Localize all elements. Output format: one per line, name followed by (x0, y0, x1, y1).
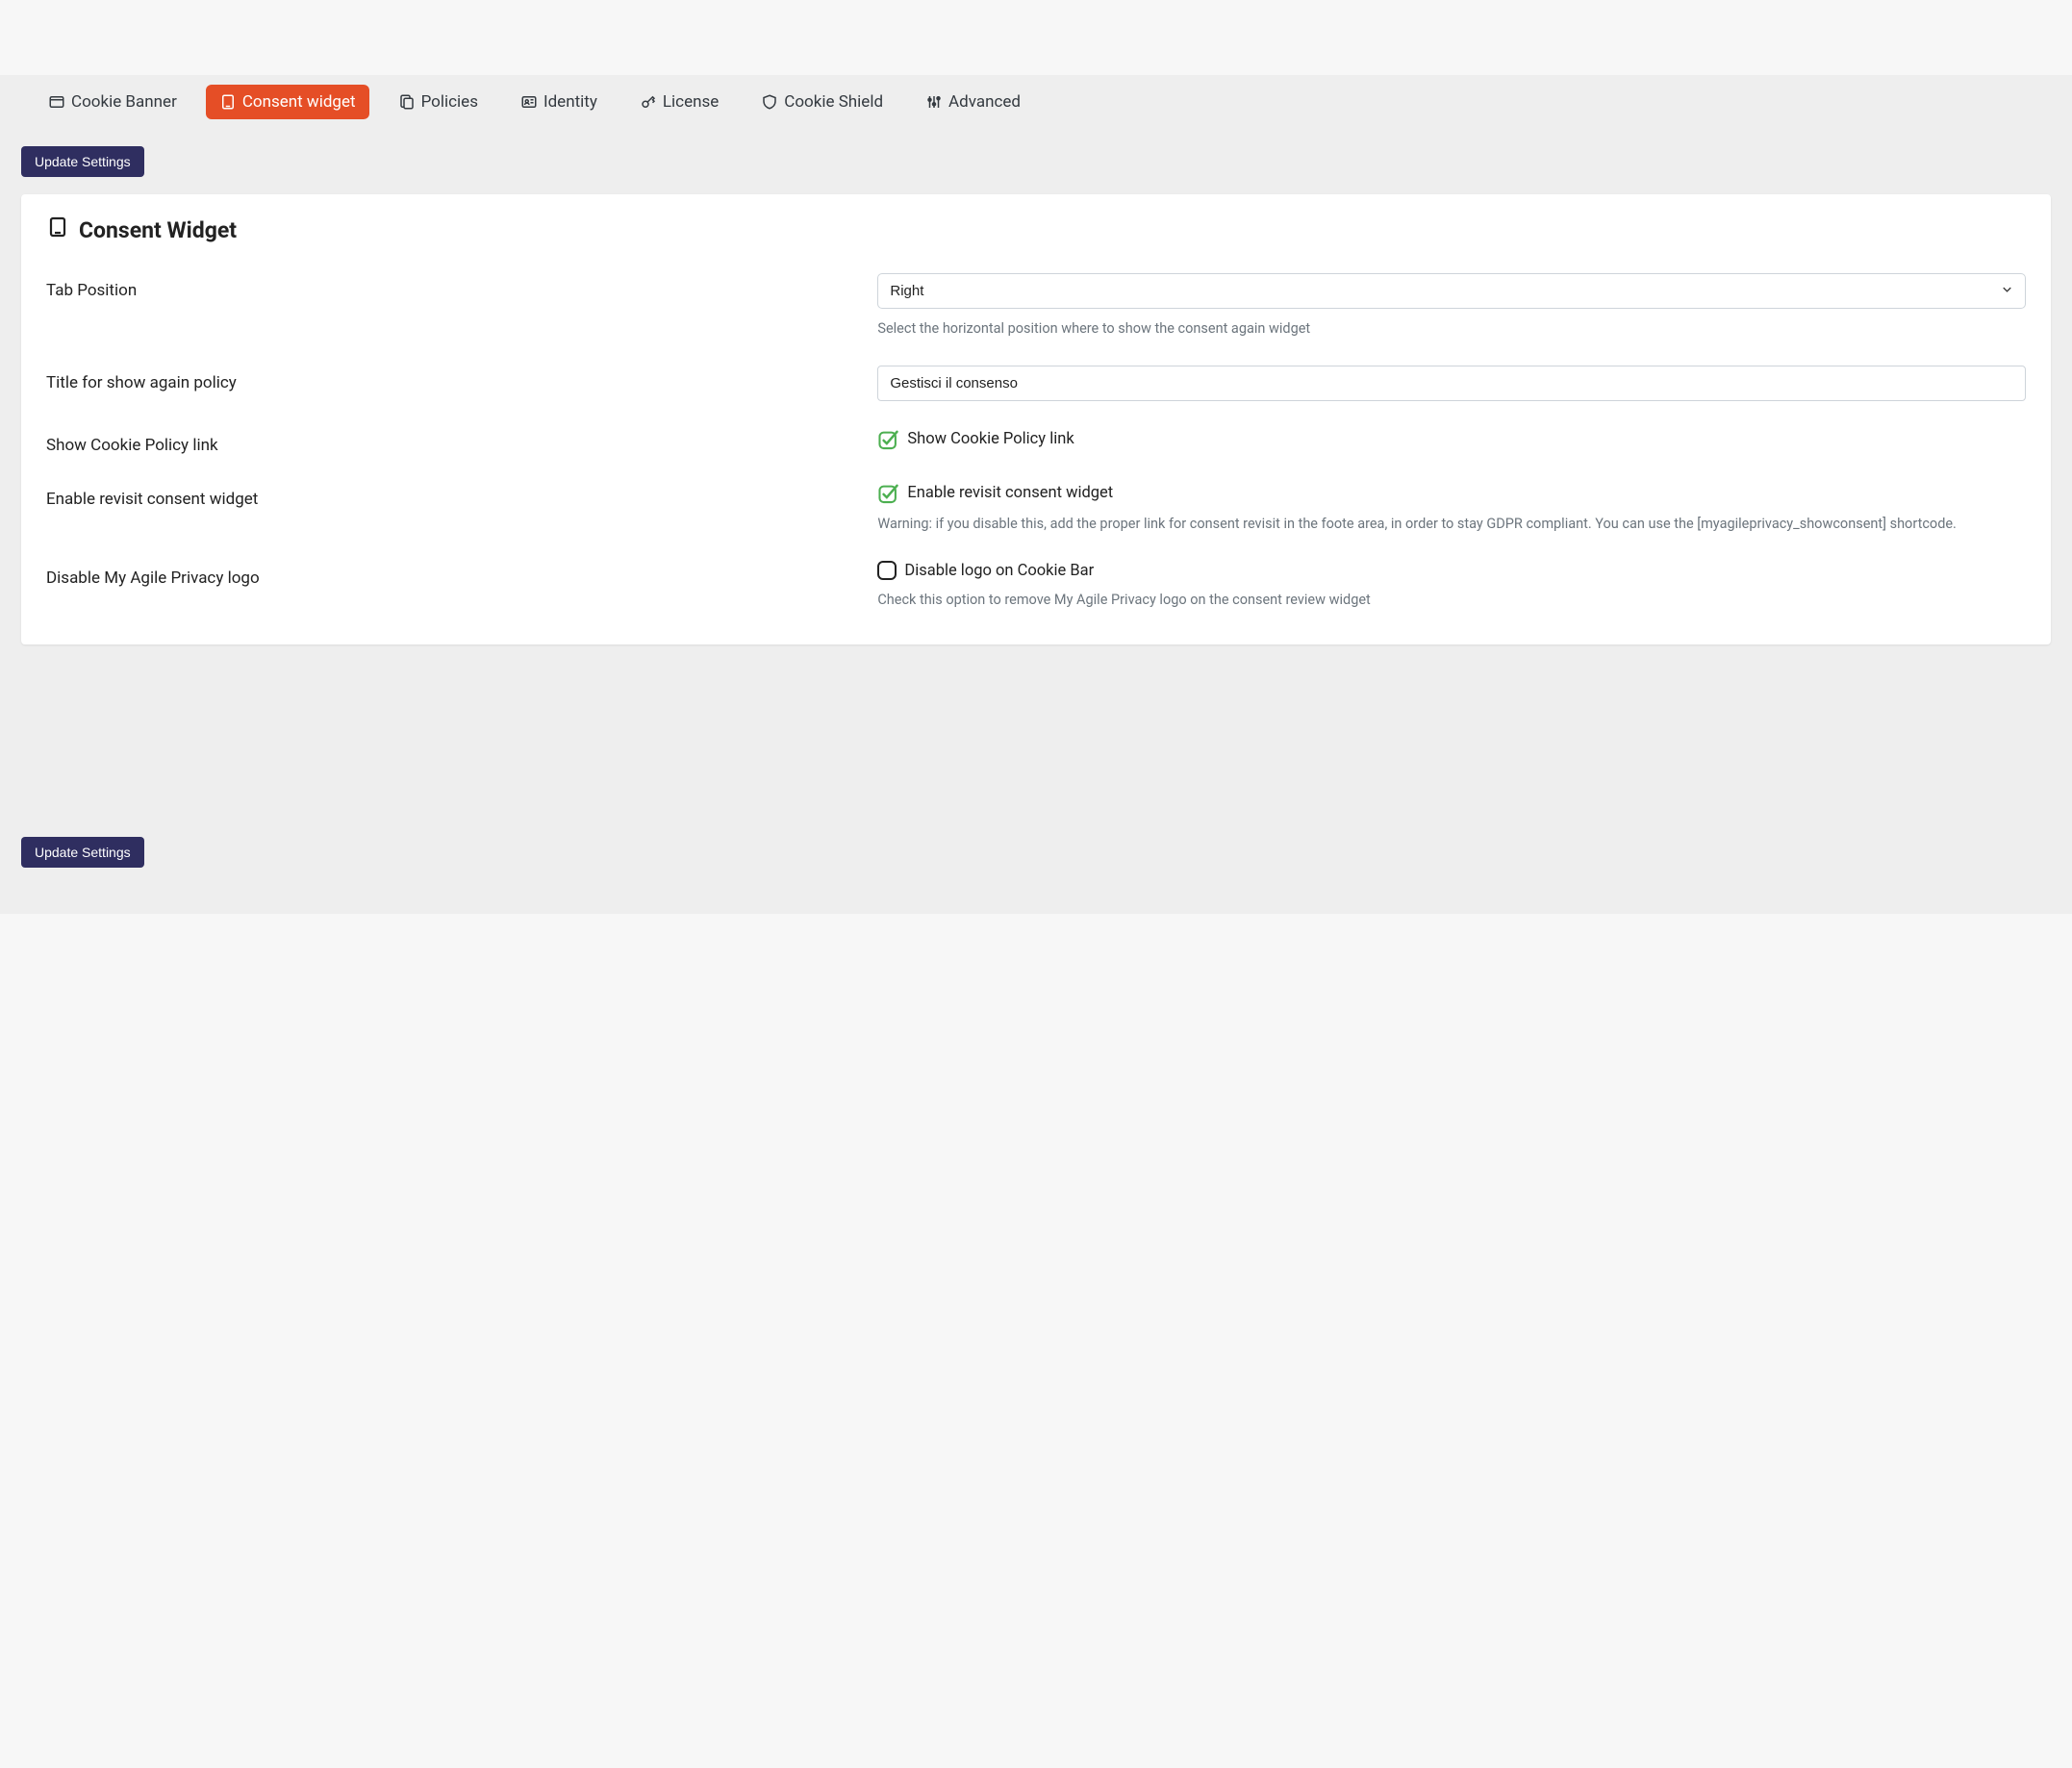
card-title-text: Consent Widget (79, 217, 237, 243)
field-helper: Check this option to remove My Agile Pri… (877, 590, 2026, 610)
tablet-icon (219, 93, 237, 111)
tab-position-select-wrap: Right (877, 273, 2026, 309)
bottom-blank (0, 914, 2072, 981)
checkbox-label: Enable revisit consent widget (907, 484, 1113, 502)
content-area: Cookie Banner Consent widget Policies Id… (0, 75, 2072, 914)
checkbox-enable-revisit[interactable] (877, 482, 899, 504)
field-helper: Warning: if you disable this, add the pr… (877, 514, 2026, 534)
top-blank-bar (0, 0, 2072, 75)
field-enable-revisit: Enable revisit consent widget Enable rev… (46, 482, 2026, 534)
update-settings-button-bottom[interactable]: Update Settings (21, 837, 144, 868)
id-card-icon (520, 93, 538, 111)
shield-icon (761, 93, 778, 111)
field-helper: Select the horizontal position where to … (877, 318, 2026, 339)
field-title-show-again: Title for show again policy (46, 366, 2026, 401)
sliders-icon (925, 93, 943, 111)
tab-label: Identity (543, 92, 597, 112)
tab-consent-widget[interactable]: Consent widget (206, 85, 369, 119)
tab-label: Policies (421, 92, 478, 112)
field-label: Disable My Agile Privacy logo (46, 561, 877, 588)
update-button-row-bottom: Update Settings (0, 644, 2072, 895)
tab-label: Cookie Banner (71, 92, 177, 112)
field-label: Enable revisit consent widget (46, 482, 877, 509)
key-icon (640, 93, 657, 111)
checkbox-label: Show Cookie Policy link (907, 430, 1074, 448)
field-label: Show Cookie Policy link (46, 428, 877, 455)
consent-widget-card: Consent Widget Tab Position Right Select… (21, 194, 2051, 644)
tab-bar: Cookie Banner Consent widget Policies Id… (0, 75, 2072, 119)
field-disable-logo: Disable My Agile Privacy logo Disable lo… (46, 561, 2026, 610)
tab-label: Consent widget (242, 92, 356, 112)
tab-cookie-banner[interactable]: Cookie Banner (35, 85, 190, 119)
window-icon (48, 93, 65, 111)
tablet-icon (46, 215, 69, 244)
card-title: Consent Widget (46, 215, 2026, 244)
tab-advanced[interactable]: Advanced (912, 85, 1034, 119)
update-button-row-top: Update Settings (0, 119, 2072, 194)
tab-cookie-shield[interactable]: Cookie Shield (747, 85, 897, 119)
copy-icon (398, 93, 416, 111)
tab-policies[interactable]: Policies (385, 85, 492, 119)
checkbox-disable-logo[interactable] (877, 561, 897, 580)
checkbox-show-cookie-link[interactable] (877, 428, 899, 450)
checkbox-label: Disable logo on Cookie Bar (904, 562, 1094, 580)
tab-label: Cookie Shield (784, 92, 883, 112)
tab-label: License (663, 92, 719, 112)
field-label: Tab Position (46, 273, 877, 300)
title-show-again-input[interactable] (877, 366, 2026, 401)
field-show-cookie-link: Show Cookie Policy link Show Cookie Poli… (46, 428, 2026, 455)
tab-label: Advanced (948, 92, 1021, 112)
tab-license[interactable]: License (626, 85, 732, 119)
update-settings-button[interactable]: Update Settings (21, 146, 144, 177)
tab-position-select[interactable]: Right (877, 273, 2026, 309)
field-tab-position: Tab Position Right Select the horizontal… (46, 273, 2026, 339)
tab-identity[interactable]: Identity (507, 85, 611, 119)
field-label: Title for show again policy (46, 366, 877, 392)
